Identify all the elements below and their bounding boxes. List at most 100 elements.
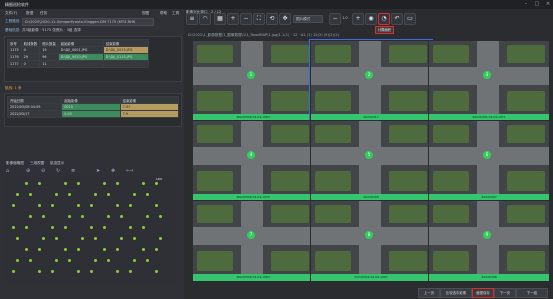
map-waypoint[interactable]	[38, 182, 41, 185]
map-waypoint[interactable]	[25, 248, 28, 251]
map-waypoint[interactable]	[142, 248, 145, 251]
image-tile[interactable]: 7 20220306 04:09:1984	[192, 200, 314, 282]
map-waypoint[interactable]	[107, 193, 110, 196]
zoom-in-icon[interactable]: ⊕	[26, 168, 30, 174]
map-waypoint[interactable]	[120, 215, 123, 218]
map-waypoint[interactable]	[155, 270, 158, 273]
map-waypoint[interactable]	[103, 182, 106, 185]
map-waypoint[interactable]	[38, 270, 41, 273]
back-icon[interactable]: ↶	[391, 13, 403, 25]
map-waypoint[interactable]	[129, 204, 132, 207]
menu-data[interactable]: 数据	[26, 11, 33, 16]
tab-3d-view[interactable]: 三维视图	[30, 161, 44, 166]
flight-map[interactable]: 1001	[6, 176, 176, 286]
zoom-out-icon[interactable]: ⊖	[41, 168, 45, 174]
map-waypoint[interactable]	[64, 182, 67, 185]
minimize-icon[interactable]: –	[522, 1, 530, 7]
map-waypoint[interactable]	[133, 237, 136, 240]
map-waypoint[interactable]	[77, 270, 80, 273]
map-waypoint[interactable]	[155, 248, 158, 251]
map-waypoint[interactable]	[94, 193, 97, 196]
minus-icon[interactable]: −	[329, 13, 341, 25]
image-tile[interactable]: 6 20220307	[428, 120, 550, 202]
map-waypoint[interactable]	[12, 270, 15, 273]
menu-file[interactable]: 文件(F)	[5, 11, 17, 16]
settings-icon[interactable]: ≡	[186, 13, 198, 25]
marker-icon[interactable]: 1	[247, 71, 255, 79]
map-waypoint[interactable]	[12, 204, 15, 207]
map-waypoint[interactable]	[116, 204, 119, 207]
map-waypoint[interactable]	[120, 237, 123, 240]
map-waypoint[interactable]	[129, 226, 132, 229]
marker-icon[interactable]: 9	[483, 231, 491, 239]
map-waypoint[interactable]	[94, 259, 97, 262]
map-waypoint[interactable]	[90, 226, 93, 229]
prev-page-button[interactable]: 上一页	[418, 288, 440, 298]
map-waypoint[interactable]	[38, 204, 41, 207]
map-waypoint[interactable]	[107, 259, 110, 262]
save-screenshot-button[interactable]: 截图保存	[472, 288, 494, 298]
map-waypoint[interactable]	[77, 248, 80, 251]
image-tile[interactable]: 8 20220306 04:09:1997	[310, 200, 432, 282]
image-tile[interactable]: 5 20220308	[310, 120, 432, 202]
maximize-icon[interactable]: □	[533, 1, 541, 7]
map-waypoint[interactable]	[55, 193, 58, 196]
menu-help[interactable]: 帮助	[160, 11, 167, 16]
marker-icon[interactable]: 8	[365, 231, 373, 239]
map-waypoint[interactable]	[77, 182, 80, 185]
map-waypoint[interactable]	[51, 204, 54, 207]
tab-thumbnails[interactable]: 影像缩略图	[6, 161, 24, 166]
marker-icon[interactable]: 6	[483, 151, 491, 159]
map-waypoint[interactable]	[133, 259, 136, 262]
map-waypoint[interactable]	[116, 270, 119, 273]
map-waypoint[interactable]	[133, 193, 136, 196]
map-waypoint[interactable]	[68, 193, 71, 196]
map-waypoint[interactable]	[16, 259, 19, 262]
map-waypoint[interactable]	[12, 226, 15, 229]
pointer-icon[interactable]: ➤	[96, 168, 100, 174]
map-waypoint[interactable]	[146, 259, 149, 262]
measure-icon[interactable]: ⟷	[126, 168, 133, 174]
map-waypoint[interactable]	[159, 237, 162, 240]
wifi-icon[interactable]: ◠	[199, 13, 211, 25]
map-waypoint[interactable]	[90, 270, 93, 273]
map-waypoint[interactable]	[155, 204, 158, 207]
map-waypoint[interactable]	[103, 248, 106, 251]
map-waypoint[interactable]	[81, 215, 84, 218]
marker-icon[interactable]: 2	[365, 71, 373, 79]
compare-selected-button[interactable]: 比较选中影像	[440, 288, 472, 298]
map-waypoint[interactable]	[77, 204, 80, 207]
map-waypoint[interactable]	[68, 259, 71, 262]
map-waypoint[interactable]	[55, 259, 58, 262]
marker-icon[interactable]: 7	[247, 231, 255, 239]
fit-icon[interactable]: ⛶	[253, 13, 265, 25]
zoom-in-icon[interactable]: +	[227, 13, 239, 25]
marker-icon[interactable]: 3	[483, 71, 491, 79]
marker-icon[interactable]: 4	[247, 151, 255, 159]
table-row[interactable]: 1177 0 11	[7, 60, 149, 68]
map-waypoint[interactable]	[155, 182, 158, 185]
image-tile[interactable]: 3 20220306 04:09:1971	[428, 40, 550, 122]
map-waypoint[interactable]	[51, 226, 54, 229]
view-mode-select[interactable]: 图片模式	[293, 15, 323, 23]
map-waypoint[interactable]	[68, 215, 71, 218]
map-waypoint[interactable]	[159, 215, 162, 218]
map-waypoint[interactable]	[25, 226, 28, 229]
map-waypoint[interactable]	[38, 248, 41, 251]
map-waypoint[interactable]	[129, 270, 132, 273]
record-icon[interactable]: ◉	[365, 13, 377, 25]
marker-icon[interactable]: 5	[365, 151, 373, 159]
menu-task[interactable]: 任务	[40, 11, 47, 16]
map-waypoint[interactable]	[94, 237, 97, 240]
map-waypoint[interactable]	[51, 270, 54, 273]
map-waypoint[interactable]	[42, 215, 45, 218]
measure-area-icon[interactable]: ◔	[378, 13, 390, 25]
grid-icon[interactable]: ▦	[214, 13, 226, 25]
menu-tools[interactable]: 工具	[172, 11, 179, 16]
pan-icon[interactable]: ✥	[111, 168, 115, 174]
next-group-button[interactable]: 下一组	[516, 288, 548, 298]
map-waypoint[interactable]	[116, 248, 119, 251]
table-row[interactable]: 2022/03/08 04:09 0015 7.97	[6, 103, 180, 111]
project-path-field[interactable]: D:\2020\2020-11-0\import\route-Kinggen D…	[22, 18, 154, 26]
rotate-icon[interactable]: ⟲	[266, 13, 278, 25]
